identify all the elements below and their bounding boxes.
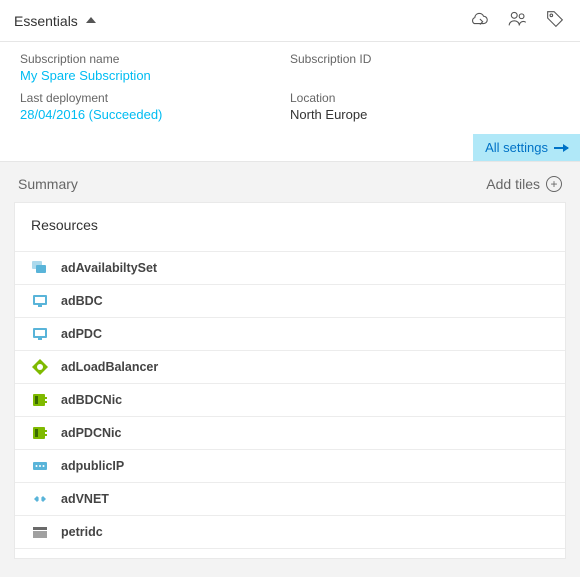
chevron-up-icon (86, 17, 96, 23)
header-icon-group (468, 8, 566, 33)
resource-row[interactable]: adpublicIP (15, 449, 565, 482)
resource-name: adVNET (61, 492, 109, 506)
vm-icon (31, 325, 49, 343)
resource-row[interactable]: petridc (15, 515, 565, 548)
resources-footer-spacer (15, 548, 565, 558)
summary-title: Summary (18, 176, 78, 192)
field-subscription-id: Subscription ID (290, 52, 560, 83)
resource-name: adPDCNic (61, 426, 121, 440)
all-settings-row: All settings (0, 134, 580, 161)
field-location: Location North Europe (290, 91, 560, 122)
users-icon[interactable] (506, 8, 528, 33)
resources-title: Resources (15, 203, 565, 251)
arrow-right-icon (554, 147, 568, 149)
field-last-deployment: Last deployment 28/04/2016 (Succeeded) (20, 91, 290, 122)
resource-name: adBDCNic (61, 393, 122, 407)
summary-header: Summary Add tiles + (14, 176, 566, 192)
nic-icon (31, 424, 49, 442)
resource-row[interactable]: adBDCNic (15, 383, 565, 416)
resources-card: Resources adAvailabiltySet adBDC adPDC adLo… (14, 202, 566, 559)
nic-icon (31, 391, 49, 409)
resource-row[interactable]: adVNET (15, 482, 565, 515)
essentials-header: Essentials (0, 0, 580, 42)
add-tiles-label: Add tiles (486, 176, 540, 192)
all-settings-label: All settings (485, 140, 548, 155)
tag-icon[interactable] (544, 8, 566, 33)
cloud-icon[interactable] (468, 8, 490, 33)
plus-icon: + (546, 176, 562, 192)
resource-row[interactable]: adPDCNic (15, 416, 565, 449)
resource-name: adPDC (61, 327, 102, 341)
all-settings-button[interactable]: All settings (473, 134, 580, 161)
vm-icon (31, 292, 49, 310)
resource-name: adBDC (61, 294, 103, 308)
last-deployment-link[interactable]: 28/04/2016 (Succeeded) (20, 107, 290, 122)
location-value: North Europe (290, 107, 560, 122)
summary-panel: Summary Add tiles + Resources adAvailabi… (0, 161, 580, 577)
essentials-toggle[interactable]: Essentials (14, 13, 96, 29)
resource-name: petridc (61, 525, 103, 539)
field-label: Subscription name (20, 52, 290, 66)
resource-row[interactable]: adLoadBalancer (15, 350, 565, 383)
resource-name: adAvailabiltySet (61, 261, 157, 275)
resource-list: adAvailabiltySet adBDC adPDC adLoadBalancer… (15, 251, 565, 548)
field-label: Last deployment (20, 91, 290, 105)
resource-row[interactable]: adAvailabiltySet (15, 251, 565, 284)
essentials-title: Essentials (14, 13, 78, 29)
storage-icon (31, 523, 49, 541)
vnet-icon (31, 490, 49, 508)
essentials-body: Subscription name My Spare Subscription … (0, 42, 580, 134)
field-label: Subscription ID (290, 52, 560, 66)
resource-name: adpublicIP (61, 459, 124, 473)
resource-row[interactable]: adPDC (15, 317, 565, 350)
public-ip-icon (31, 457, 49, 475)
subscription-name-link[interactable]: My Spare Subscription (20, 68, 290, 83)
resource-row[interactable]: adBDC (15, 284, 565, 317)
load-balancer-icon (31, 358, 49, 376)
field-label: Location (290, 91, 560, 105)
availability-set-icon (31, 259, 49, 277)
resource-name: adLoadBalancer (61, 360, 158, 374)
add-tiles-button[interactable]: Add tiles + (486, 176, 562, 192)
field-subscription-name: Subscription name My Spare Subscription (20, 52, 290, 83)
